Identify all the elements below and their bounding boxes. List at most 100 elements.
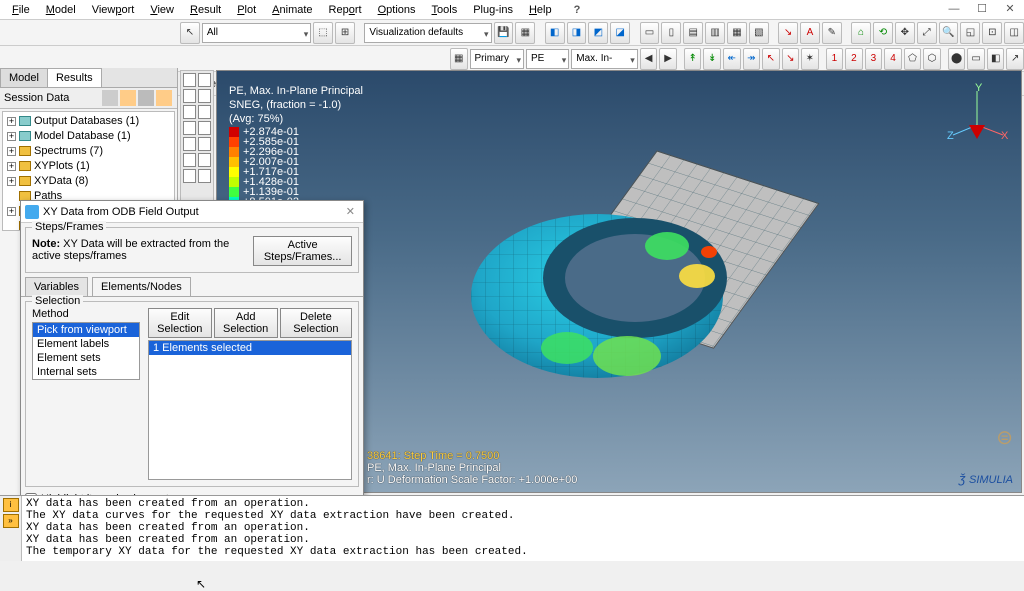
prev-field-icon[interactable]: ◀ bbox=[640, 48, 658, 70]
num-1[interactable]: 1 bbox=[826, 48, 844, 70]
viz-defaults-dropdown[interactable]: Visualization defaults bbox=[364, 23, 491, 43]
menu-tools[interactable]: Tools bbox=[424, 2, 466, 18]
misc-icon-2[interactable]: ▭ bbox=[967, 48, 985, 70]
cube-icon-4[interactable]: ◪ bbox=[610, 22, 630, 44]
win-icon-2[interactable]: ▯ bbox=[661, 22, 681, 44]
tab-elements-nodes[interactable]: Elements/Nodes bbox=[92, 277, 191, 296]
primary-dropdown[interactable]: Primary bbox=[470, 49, 524, 69]
log-info-icon[interactable]: i bbox=[3, 498, 19, 512]
view-icon-4[interactable]: ⤢ bbox=[917, 22, 937, 44]
menu-report[interactable]: Report bbox=[321, 2, 370, 18]
menu-animate[interactable]: Animate bbox=[264, 2, 320, 18]
num-2[interactable]: 2 bbox=[845, 48, 863, 70]
menu-plot[interactable]: Plot bbox=[229, 2, 264, 18]
next-field-icon[interactable]: ▶ bbox=[659, 48, 677, 70]
ticon[interactable] bbox=[198, 169, 211, 183]
annot-icon-arrow[interactable]: ↘ bbox=[778, 22, 798, 44]
axes-icon-2[interactable]: ↡ bbox=[703, 48, 721, 70]
tab-results[interactable]: Results bbox=[47, 68, 102, 87]
view-icon-8[interactable]: ◫ bbox=[1004, 22, 1024, 44]
tab-variables[interactable]: Variables bbox=[25, 277, 88, 296]
menu-view[interactable]: View bbox=[142, 2, 182, 18]
win-icon-3[interactable]: ▤ bbox=[683, 22, 703, 44]
session-icon-2[interactable] bbox=[120, 90, 136, 106]
axes-icon-5[interactable]: ↖ bbox=[762, 48, 780, 70]
minimize-button[interactable]: — bbox=[940, 0, 968, 20]
tool-icon-1[interactable]: ⬚ bbox=[313, 22, 333, 44]
ticon[interactable] bbox=[198, 137, 211, 151]
ticon[interactable] bbox=[183, 89, 196, 103]
active-steps-button[interactable]: Active Steps/Frames... bbox=[253, 236, 352, 266]
ticon[interactable] bbox=[183, 153, 196, 167]
selection-item[interactable]: 1 Elements selected bbox=[149, 341, 351, 355]
annot-icon-text[interactable]: A bbox=[800, 22, 820, 44]
num-4[interactable]: 4 bbox=[884, 48, 902, 70]
tool-icon-3[interactable]: ▦ bbox=[515, 22, 535, 44]
edit-selection-button[interactable]: Edit Selection bbox=[148, 308, 212, 338]
maxip-dropdown[interactable]: Max. In-Plan bbox=[571, 49, 638, 69]
win-icon-1[interactable]: ▭ bbox=[640, 22, 660, 44]
session-icon-1[interactable] bbox=[102, 90, 118, 106]
cube-icon-2[interactable]: ◨ bbox=[567, 22, 587, 44]
menu-plugins[interactable]: Plug-ins bbox=[465, 2, 521, 18]
close-button[interactable]: ✕ bbox=[996, 0, 1024, 20]
view-icon-6[interactable]: ◱ bbox=[960, 22, 980, 44]
menu-result[interactable]: Result bbox=[182, 2, 229, 18]
shape-icon-1[interactable]: ⬠ bbox=[904, 48, 922, 70]
menu-viewport[interactable]: Viewport bbox=[84, 2, 143, 18]
view-icon-1[interactable]: ⌂ bbox=[851, 22, 871, 44]
cube-icon-1[interactable]: ◧ bbox=[545, 22, 565, 44]
shape-icon-2[interactable]: ⬡ bbox=[923, 48, 941, 70]
ticon[interactable] bbox=[183, 73, 196, 87]
menu-help[interactable]: Help bbox=[521, 2, 560, 18]
tool-icon-save[interactable]: 💾 bbox=[494, 22, 514, 44]
menu-file[interactable]: FFileile bbox=[4, 2, 38, 18]
view-icon-7[interactable]: ⊡ bbox=[982, 22, 1002, 44]
ticon[interactable] bbox=[198, 105, 211, 119]
add-selection-button[interactable]: Add Selection bbox=[214, 308, 278, 338]
ticon[interactable] bbox=[183, 105, 196, 119]
view-icon-3[interactable]: ✥ bbox=[895, 22, 915, 44]
annot-icon-3[interactable]: ✎ bbox=[822, 22, 842, 44]
ticon[interactable] bbox=[198, 73, 211, 87]
win-icon-5[interactable]: ▦ bbox=[727, 22, 747, 44]
log-text[interactable]: XY data has been created from an operati… bbox=[22, 496, 1024, 561]
axes-icon-4[interactable]: ↠ bbox=[743, 48, 761, 70]
ticon[interactable] bbox=[183, 169, 196, 183]
num-3[interactable]: 3 bbox=[865, 48, 883, 70]
ticon[interactable] bbox=[198, 121, 211, 135]
selection-listbox[interactable]: 1 Elements selected bbox=[148, 340, 352, 480]
ticon[interactable] bbox=[198, 89, 211, 103]
cube-icon-3[interactable]: ◩ bbox=[588, 22, 608, 44]
view-icon-5[interactable]: 🔍 bbox=[939, 22, 959, 44]
menu-model[interactable]: Model bbox=[38, 2, 84, 18]
dialog-close-icon[interactable]: ✕ bbox=[342, 205, 359, 218]
pe-dropdown[interactable]: PE bbox=[526, 49, 569, 69]
axes-icon-6[interactable]: ↘ bbox=[782, 48, 800, 70]
maximize-button[interactable]: ☐ bbox=[968, 0, 996, 20]
axes-icon-3[interactable]: ↞ bbox=[723, 48, 741, 70]
field-output-icon[interactable]: ▦ bbox=[450, 48, 468, 70]
log-cmd-icon[interactable]: » bbox=[3, 514, 19, 528]
axes-icon-7[interactable]: ✶ bbox=[801, 48, 819, 70]
win-icon-4[interactable]: ▥ bbox=[705, 22, 725, 44]
view-icon-2[interactable]: ⟲ bbox=[873, 22, 893, 44]
ticon[interactable] bbox=[183, 121, 196, 135]
session-icon-3[interactable] bbox=[138, 90, 154, 106]
context-help-icon[interactable]: ? bbox=[566, 2, 589, 18]
misc-icon-3[interactable]: ◧ bbox=[987, 48, 1005, 70]
session-icon-4[interactable] bbox=[156, 90, 172, 106]
ticon[interactable] bbox=[198, 153, 211, 167]
ticon[interactable] bbox=[183, 137, 196, 151]
method-options[interactable]: Pick from viewport Element labels Elemen… bbox=[32, 322, 140, 380]
select-arrow-icon[interactable]: ↖ bbox=[180, 22, 200, 44]
tool-icon-2[interactable]: ⊞ bbox=[335, 22, 355, 44]
menu-options[interactable]: Options bbox=[370, 2, 424, 18]
delete-selection-button[interactable]: Delete Selection bbox=[280, 308, 352, 338]
axes-icon-1[interactable]: ↟ bbox=[684, 48, 702, 70]
misc-icon-4[interactable]: ↗ bbox=[1006, 48, 1024, 70]
win-icon-6[interactable]: ▧ bbox=[749, 22, 769, 44]
selector-all-dropdown[interactable]: All bbox=[202, 23, 311, 43]
tab-model[interactable]: Model bbox=[0, 68, 48, 87]
misc-icon-1[interactable]: ⬤ bbox=[948, 48, 966, 70]
